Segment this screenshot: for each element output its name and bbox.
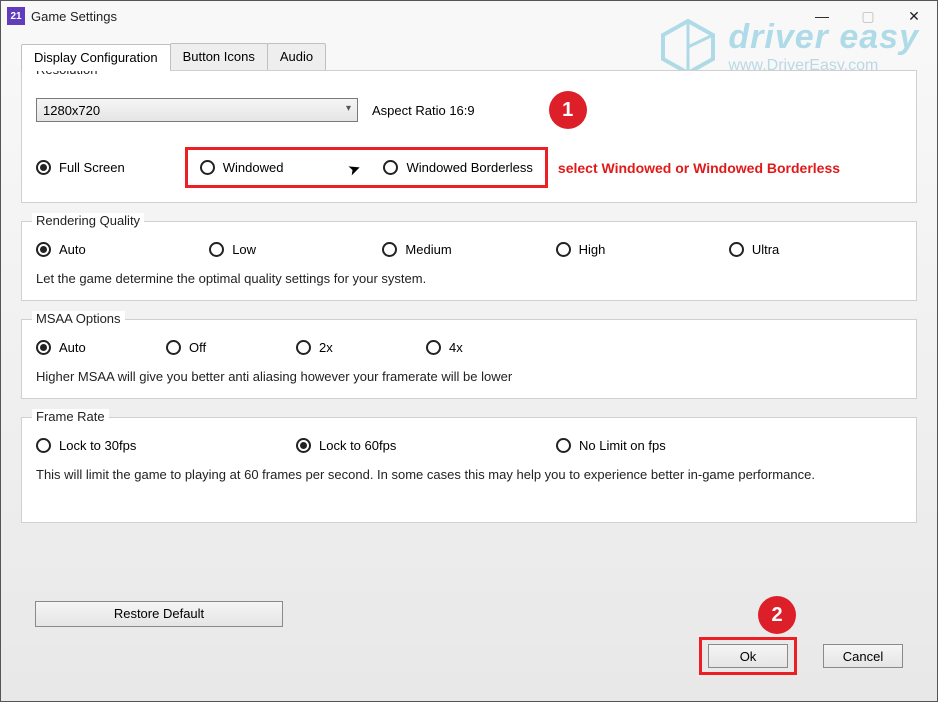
radio-msaa-2x[interactable]: 2x (296, 340, 426, 355)
radio-label: Full Screen (59, 160, 125, 175)
close-button[interactable]: ✕ (891, 1, 937, 31)
radio-label: Low (232, 242, 256, 257)
radio-label: Windowed Borderless (406, 160, 532, 175)
radio-label: 4x (449, 340, 463, 355)
tab-audio[interactable]: Audio (267, 43, 326, 70)
radio-label: Auto (59, 242, 86, 257)
titlebar: 21 Game Settings — ▢ ✕ (1, 1, 937, 31)
radio-icon (296, 438, 311, 453)
aspect-ratio-label: Aspect Ratio 16:9 (372, 103, 475, 118)
radio-icon (209, 242, 224, 257)
radio-icon (383, 160, 398, 175)
radio-rq-high[interactable]: High (556, 242, 729, 257)
radio-label: Ultra (752, 242, 779, 257)
resolution-dropdown[interactable]: 1280x720 ▾ (36, 98, 358, 122)
framerate-help: This will limit the game to playing at 6… (36, 467, 902, 482)
annotation-highlight-box-2: 2 Ok (699, 637, 797, 675)
radio-msaa-4x[interactable]: 4x (426, 340, 556, 355)
tab-button-icons[interactable]: Button Icons (170, 43, 268, 70)
msaa-group: MSAA Options Auto Off 2x 4x (21, 319, 917, 399)
radio-icon (556, 242, 571, 257)
radio-icon (166, 340, 181, 355)
radio-fps-lock30[interactable]: Lock to 30fps (36, 438, 296, 453)
radio-windowed[interactable]: Windowed (200, 160, 284, 175)
radio-fps-nolimit[interactable]: No Limit on fps (556, 438, 666, 453)
radio-label: 2x (319, 340, 333, 355)
cursor-icon: ➤ (345, 158, 363, 179)
annotation-highlight-box-1: Windowed ➤ Windowed Borderless (185, 147, 548, 188)
radio-fps-lock60[interactable]: Lock to 60fps (296, 438, 556, 453)
framerate-group: Frame Rate Lock to 30fps Lock to 60fps N… (21, 417, 917, 523)
tab-display-configuration[interactable]: Display Configuration (21, 44, 171, 71)
resolution-group: Resolution 1280x720 ▾ Aspect Ratio 16:9 … (21, 70, 917, 203)
radio-icon (556, 438, 571, 453)
radio-icon (36, 340, 51, 355)
radio-icon (36, 242, 51, 257)
window-title: Game Settings (31, 9, 117, 24)
radio-icon (426, 340, 441, 355)
radio-label: Windowed (223, 160, 284, 175)
rendering-legend: Rendering Quality (32, 213, 144, 228)
radio-icon (36, 438, 51, 453)
annotation-text-1: select Windowed or Windowed Borderless (558, 160, 840, 176)
radio-rq-low[interactable]: Low (209, 242, 382, 257)
settings-window: 21 Game Settings — ▢ ✕ driver easy www.D… (0, 0, 938, 702)
msaa-help: Higher MSAA will give you better anti al… (36, 369, 902, 384)
msaa-legend: MSAA Options (32, 311, 125, 326)
radio-label: Lock to 60fps (319, 438, 396, 453)
radio-label: No Limit on fps (579, 438, 666, 453)
minimize-button[interactable]: — (799, 1, 845, 31)
radio-msaa-auto[interactable]: Auto (36, 340, 166, 355)
annotation-badge-2: 2 (758, 596, 796, 634)
window-controls: — ▢ ✕ (799, 1, 937, 31)
radio-label: Auto (59, 340, 86, 355)
radio-label: High (579, 242, 606, 257)
radio-windowed-borderless[interactable]: Windowed Borderless (383, 160, 532, 175)
framerate-legend: Frame Rate (32, 409, 109, 424)
tab-bar: Display Configuration Button Icons Audio (21, 43, 937, 70)
restore-default-button[interactable]: Restore Default (35, 601, 283, 627)
radio-icon (382, 242, 397, 257)
radio-rq-ultra[interactable]: Ultra (729, 242, 902, 257)
radio-icon (36, 160, 51, 175)
resolution-value: 1280x720 (43, 103, 100, 118)
radio-label: Medium (405, 242, 451, 257)
radio-rq-auto[interactable]: Auto (36, 242, 209, 257)
radio-fullscreen[interactable]: Full Screen (36, 160, 125, 175)
ok-button[interactable]: Ok (708, 644, 788, 668)
app-icon: 21 (7, 7, 25, 25)
radio-label: Off (189, 340, 206, 355)
display-panel: Resolution 1280x720 ▾ Aspect Ratio 16:9 … (21, 70, 917, 689)
radio-label: Lock to 30fps (59, 438, 136, 453)
radio-msaa-off[interactable]: Off (166, 340, 296, 355)
rendering-help: Let the game determine the optimal quali… (36, 271, 902, 286)
chevron-down-icon: ▾ (346, 103, 351, 114)
rendering-quality-group: Rendering Quality Auto Low Medium High (21, 221, 917, 301)
cancel-button[interactable]: Cancel (823, 644, 903, 668)
radio-icon (729, 242, 744, 257)
annotation-badge-1: 1 (549, 91, 587, 129)
radio-icon (200, 160, 215, 175)
radio-icon (296, 340, 311, 355)
maximize-button[interactable]: ▢ (845, 1, 891, 31)
radio-rq-medium[interactable]: Medium (382, 242, 555, 257)
